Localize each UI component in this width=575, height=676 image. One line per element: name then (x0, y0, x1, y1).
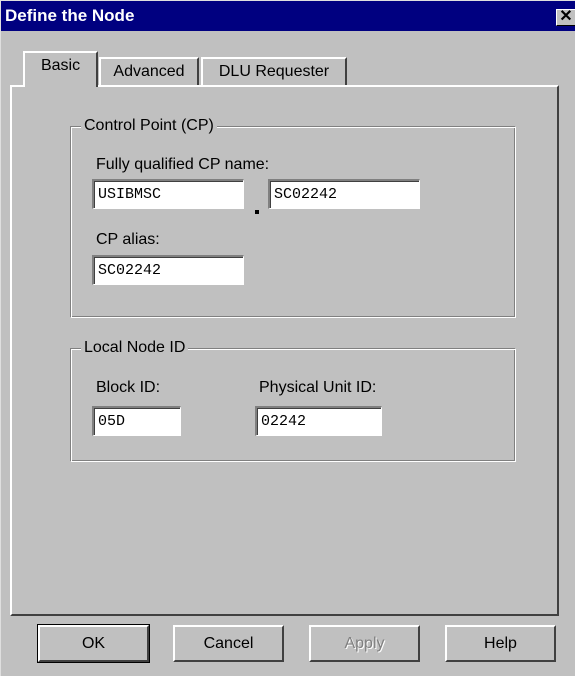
close-button[interactable]: ✕ (556, 9, 575, 26)
local-node-group (70, 348, 516, 462)
block-id-label: Block ID: (96, 379, 161, 396)
tab-basic[interactable]: Basic (23, 51, 98, 87)
ok-button[interactable]: OK (37, 624, 150, 663)
local-node-legend: Local Node ID (81, 339, 189, 357)
define-node-dialog: Define the Node ✕ Basic Advanced DLU Req… (0, 0, 575, 676)
tab-advanced[interactable]: Advanced (99, 57, 199, 87)
tab-basic-label: Basic (40, 57, 81, 74)
apply-button[interactable]: Apply (309, 625, 420, 662)
cp-name-label: Fully qualified CP name: (96, 156, 270, 173)
control-point-group (70, 126, 516, 318)
pu-id-input[interactable]: 02242 (255, 406, 382, 436)
network-id-input[interactable]: USIBMSC (92, 179, 244, 209)
name-separator-dot (255, 210, 259, 214)
block-id-input[interactable]: 05D (92, 406, 181, 436)
control-point-legend: Control Point (CP) (81, 117, 217, 135)
cancel-button[interactable]: Cancel (173, 625, 284, 662)
cp-alias-input[interactable]: SC02242 (92, 255, 244, 285)
help-button[interactable]: Help (445, 625, 556, 662)
cp-alias-label: CP alias: (96, 231, 160, 248)
close-icon: ✕ (559, 8, 573, 25)
pu-id-label: Physical Unit ID: (259, 379, 377, 396)
title-bar: Define the Node ✕ (1, 1, 575, 31)
tab-dlu-requester[interactable]: DLU Requester (201, 57, 347, 87)
window-title: Define the Node (5, 6, 135, 25)
tab-dlu-requester-label: DLU Requester (218, 63, 330, 80)
cp-name-input[interactable]: SC02242 (268, 179, 420, 209)
tab-advanced-label: Advanced (113, 63, 185, 80)
